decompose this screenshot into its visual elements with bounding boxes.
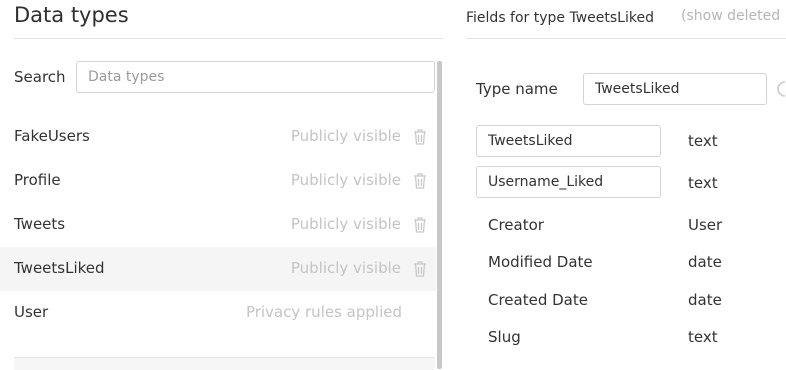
trash-icon[interactable] [412,128,428,146]
data-type-row-profile[interactable]: Profile Publicly visible [0,159,436,203]
builtin-field-name: Created Date [488,291,588,309]
field-type[interactable]: text [688,132,718,150]
builtin-field-name: Creator [488,216,544,234]
data-type-row-fakeusers[interactable]: FakeUsers Publicly visible [0,115,436,159]
type-name-label: Type name [476,80,558,98]
fields-title: Fields for type TweetsLiked [466,10,654,26]
builtin-field-name: Slug [488,328,521,346]
scrollbar[interactable] [437,61,442,369]
trash-icon[interactable] [412,216,428,234]
builtin-field-type: date [688,253,722,271]
trash-icon[interactable] [412,260,428,278]
data-type-name: User [14,303,49,321]
trash-icon[interactable] [412,172,428,190]
data-type-row-user[interactable]: User Privacy rules applied [0,291,436,335]
search-input[interactable] [76,61,435,93]
fields-divider [466,38,786,39]
field-name-input[interactable] [476,166,661,198]
refresh-icon[interactable] [776,79,786,99]
title-divider [14,38,443,39]
visibility-status: Publicly visible [290,171,401,189]
new-type-area [14,357,435,370]
builtin-field-name: Modified Date [488,253,593,271]
field-name-input[interactable] [476,125,661,157]
search-label: Search [14,68,66,86]
page-title: Data types [14,3,129,27]
type-name-input[interactable] [583,73,767,105]
show-deleted-link[interactable]: (show deleted [681,8,780,24]
field-type[interactable]: text [688,174,718,192]
visibility-status: Publicly visible [290,259,401,277]
data-type-row-tweetsliked[interactable]: TweetsLiked Publicly visible [0,247,436,291]
builtin-field-type: text [688,328,718,346]
builtin-field-type: date [688,291,722,309]
visibility-status: Publicly visible [290,127,401,145]
data-type-name: Tweets [14,215,66,233]
data-type-name: TweetsLiked [14,259,105,277]
data-type-name: Profile [14,171,61,189]
data-type-name: FakeUsers [14,127,90,145]
privacy-status: Privacy rules applied [245,303,402,321]
data-type-row-tweets[interactable]: Tweets Publicly visible [0,203,436,247]
builtin-field-type: User [688,216,723,234]
visibility-status: Publicly visible [290,215,401,233]
